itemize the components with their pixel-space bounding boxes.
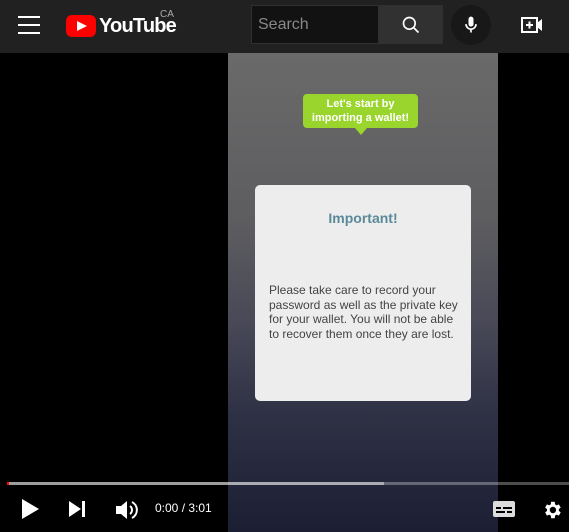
next-button[interactable] — [68, 500, 88, 523]
play-button[interactable] — [20, 498, 40, 525]
subtitles-icon — [493, 501, 515, 517]
progress-played — [7, 482, 9, 485]
gear-icon — [545, 501, 561, 519]
settings-button[interactable] — [541, 499, 563, 526]
video-player[interactable]: Let's start by importing a wallet! Impor… — [0, 53, 569, 532]
microphone-icon — [465, 16, 477, 33]
country-code: CA — [160, 9, 174, 20]
progress-bar[interactable] — [7, 482, 569, 485]
play-icon — [22, 499, 39, 519]
time-separator: / — [178, 501, 189, 515]
search-input[interactable] — [252, 6, 382, 43]
search-button[interactable] — [379, 5, 443, 44]
current-time: 0:00 — [155, 501, 179, 515]
callout-bubble: Let's start by importing a wallet! — [303, 94, 418, 135]
important-dialog: Important! Please take care to record yo… — [255, 185, 471, 401]
dialog-title: Important! — [328, 210, 398, 226]
skip-next-icon — [69, 501, 85, 517]
youtube-play-icon — [66, 15, 96, 37]
search-icon — [402, 16, 420, 34]
dialog-body: Please take care to record your password… — [269, 283, 458, 341]
video-frame: Let's start by importing a wallet! Impor… — [228, 53, 498, 532]
masthead: YouTube CA — [0, 0, 569, 53]
duration: 3:01 — [188, 501, 212, 515]
subtitles-button[interactable] — [493, 501, 515, 522]
voice-search-button[interactable] — [451, 5, 491, 45]
create-video-button[interactable] — [520, 13, 544, 37]
time-display: 0:00 / 3:01 — [155, 501, 212, 515]
volume-icon — [116, 501, 138, 519]
video-plus-icon — [521, 17, 542, 33]
menu-icon[interactable] — [18, 16, 40, 34]
progress-buffered — [7, 482, 384, 485]
mute-button[interactable] — [114, 499, 138, 526]
search-box — [251, 5, 382, 44]
